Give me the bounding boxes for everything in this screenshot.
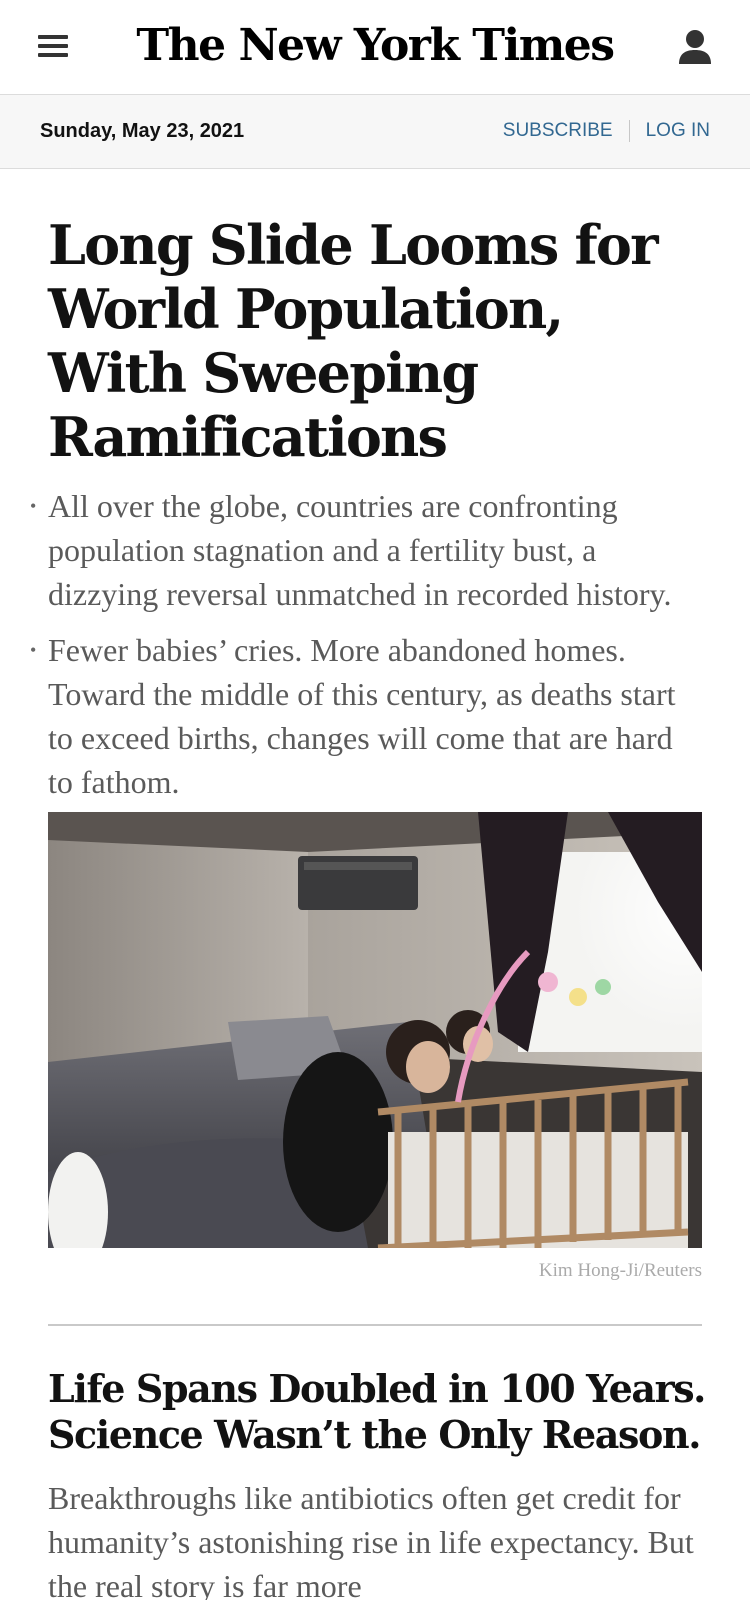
story-divider xyxy=(48,1324,702,1326)
user-account-icon[interactable] xyxy=(678,28,712,68)
lead-story-headline[interactable]: Long Slide Looms for World Population, W… xyxy=(48,213,703,469)
photo-credit: Kim Hong-Ji/Reuters xyxy=(538,1260,702,1281)
lead-story-summary-list: All over the globe, countries are confro… xyxy=(30,484,703,804)
second-story-summary[interactable]: Breakthroughs like antibiotics often get… xyxy=(48,1476,708,1600)
summary-bullet[interactable]: Fewer babies’ cries. More abandoned home… xyxy=(30,628,703,804)
summary-bullet[interactable]: All over the globe, countries are confro… xyxy=(30,484,703,616)
subscribe-link[interactable]: SUBSCRIBE xyxy=(503,120,613,142)
second-story-headline[interactable]: Life Spans Doubled in 100 Years. Science… xyxy=(48,1366,708,1458)
second-story: Life Spans Doubled in 100 Years. Science… xyxy=(48,1366,708,1600)
date-bar: Sunday, May 23, 2021 SUBSCRIBE LOG IN xyxy=(0,95,750,169)
lead-story-photo[interactable] xyxy=(48,812,702,1248)
auth-divider xyxy=(628,120,630,142)
lead-story: Long Slide Looms for World Population, W… xyxy=(30,213,703,816)
login-link[interactable]: LOG IN xyxy=(646,120,710,142)
current-date: Sunday, May 23, 2021 xyxy=(40,120,245,142)
auth-links: SUBSCRIBE LOG IN xyxy=(503,120,710,142)
nyt-logo[interactable]: The New York Times xyxy=(0,20,750,71)
top-navigation-bar: The New York Times xyxy=(0,0,750,95)
